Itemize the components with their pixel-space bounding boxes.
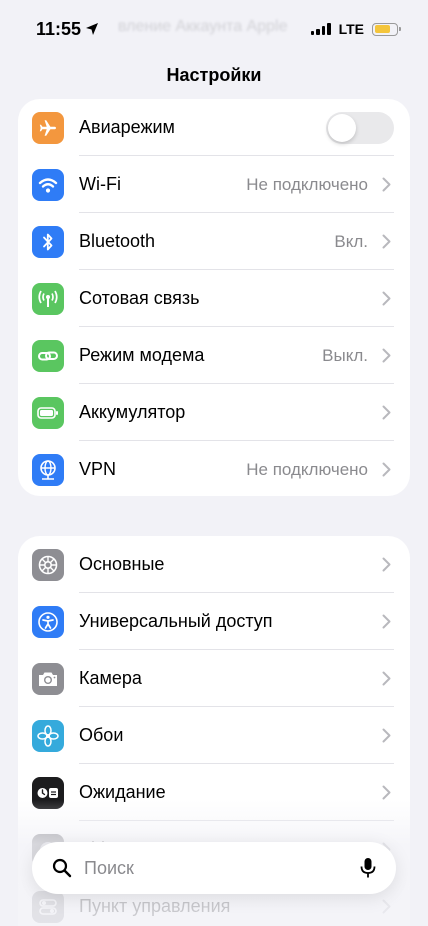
chevron-right-icon bbox=[382, 671, 391, 686]
search-input[interactable]: Поиск bbox=[84, 858, 360, 879]
settings-row-accessibility[interactable]: Универсальный доступ bbox=[18, 593, 410, 650]
settings-row-standby[interactable]: Ожидание bbox=[18, 764, 410, 821]
chevron-right-icon bbox=[382, 405, 391, 420]
settings-row-wifi[interactable]: Wi-Fi Не подключено bbox=[18, 156, 410, 213]
toggles-icon bbox=[32, 890, 64, 923]
chevron-right-icon bbox=[382, 785, 391, 800]
settings-row-wallpaper[interactable]: Обои bbox=[18, 707, 410, 764]
network-type: LTE bbox=[338, 21, 364, 37]
gear-icon bbox=[32, 548, 64, 581]
clock-text: 11:55 bbox=[36, 18, 82, 39]
settings-row-camera[interactable]: Камера bbox=[18, 650, 410, 707]
settings-row-battery[interactable]: Аккумулятор bbox=[18, 384, 410, 441]
settings-row-label: Аккумулятор bbox=[79, 402, 186, 422]
bluetooth-icon bbox=[32, 225, 64, 258]
settings-row-label: Сотовая связь bbox=[79, 288, 200, 308]
settings-row-label: Авиарежим bbox=[79, 117, 175, 137]
settings-row-value: Не подключено bbox=[246, 174, 368, 194]
settings-row-general[interactable]: Основные bbox=[18, 536, 410, 593]
settings-row-hotspot[interactable]: Режим модема Выкл. bbox=[18, 327, 410, 384]
chevron-right-icon bbox=[382, 557, 391, 572]
battery-icon bbox=[32, 396, 64, 429]
settings-row-label: Обои bbox=[79, 725, 124, 745]
airplane-icon bbox=[32, 111, 64, 144]
settings-row-value: Выкл. bbox=[322, 345, 368, 365]
chevron-right-icon bbox=[382, 728, 391, 743]
hotspot-icon bbox=[32, 339, 64, 372]
chevron-right-icon bbox=[382, 462, 391, 477]
flower-icon bbox=[32, 719, 64, 752]
blurred-banner: вление Аккаунта Apple bbox=[118, 18, 288, 35]
airplane-mode-toggle[interactable] bbox=[326, 111, 394, 144]
globe-icon bbox=[32, 453, 64, 486]
settings-row-cellular[interactable]: Сотовая связь bbox=[18, 270, 410, 327]
location-arrow-icon bbox=[86, 23, 99, 35]
settings-row-value: Не подключено bbox=[246, 459, 368, 479]
camera-icon bbox=[32, 662, 64, 695]
cellular-signal-icon bbox=[310, 23, 331, 35]
settings-row-vpn[interactable]: VPN Не подключено bbox=[18, 441, 410, 496]
settings-row-bluetooth[interactable]: Bluetooth Вкл. bbox=[18, 213, 410, 270]
accessibility-icon bbox=[32, 605, 64, 638]
settings-row-label: Основные bbox=[79, 554, 165, 574]
settings-row-label: Камера bbox=[79, 668, 142, 688]
settings-row-label: VPN bbox=[79, 459, 117, 479]
settings-row-value: Вкл. bbox=[334, 231, 368, 251]
settings-row-label: Универсальный доступ bbox=[79, 611, 273, 631]
antenna-icon bbox=[32, 282, 64, 315]
chevron-right-icon bbox=[382, 348, 391, 363]
connectivity-settings-group: Авиарежим Wi-Fi Не подключено Bluetooth Вкл.… bbox=[18, 99, 410, 496]
settings-row-label: Ожидание bbox=[79, 782, 166, 802]
chevron-right-icon bbox=[382, 177, 391, 192]
microphone-icon[interactable] bbox=[360, 857, 376, 879]
settings-row-airplane[interactable]: Авиарежим bbox=[18, 99, 410, 156]
chevron-right-icon bbox=[382, 614, 391, 629]
settings-row-label: Wi-Fi bbox=[79, 174, 121, 194]
standby-icon bbox=[32, 776, 64, 809]
page-title: Настройки bbox=[166, 65, 262, 85]
status-indicators: LTE bbox=[310, 21, 401, 37]
search-icon bbox=[52, 858, 72, 878]
chevron-right-icon bbox=[382, 291, 391, 306]
settings-row-label: Режим модема bbox=[79, 345, 205, 365]
search-bar[interactable]: Поиск bbox=[32, 842, 396, 894]
chevron-right-icon bbox=[382, 899, 391, 914]
wifi-icon bbox=[32, 168, 64, 201]
chevron-right-icon bbox=[382, 234, 391, 249]
status-time: 11:55 bbox=[36, 19, 99, 40]
battery-status-icon bbox=[372, 22, 401, 36]
settings-row-label: Пункт управления bbox=[79, 896, 231, 916]
settings-row-label: Bluetooth bbox=[79, 231, 156, 251]
